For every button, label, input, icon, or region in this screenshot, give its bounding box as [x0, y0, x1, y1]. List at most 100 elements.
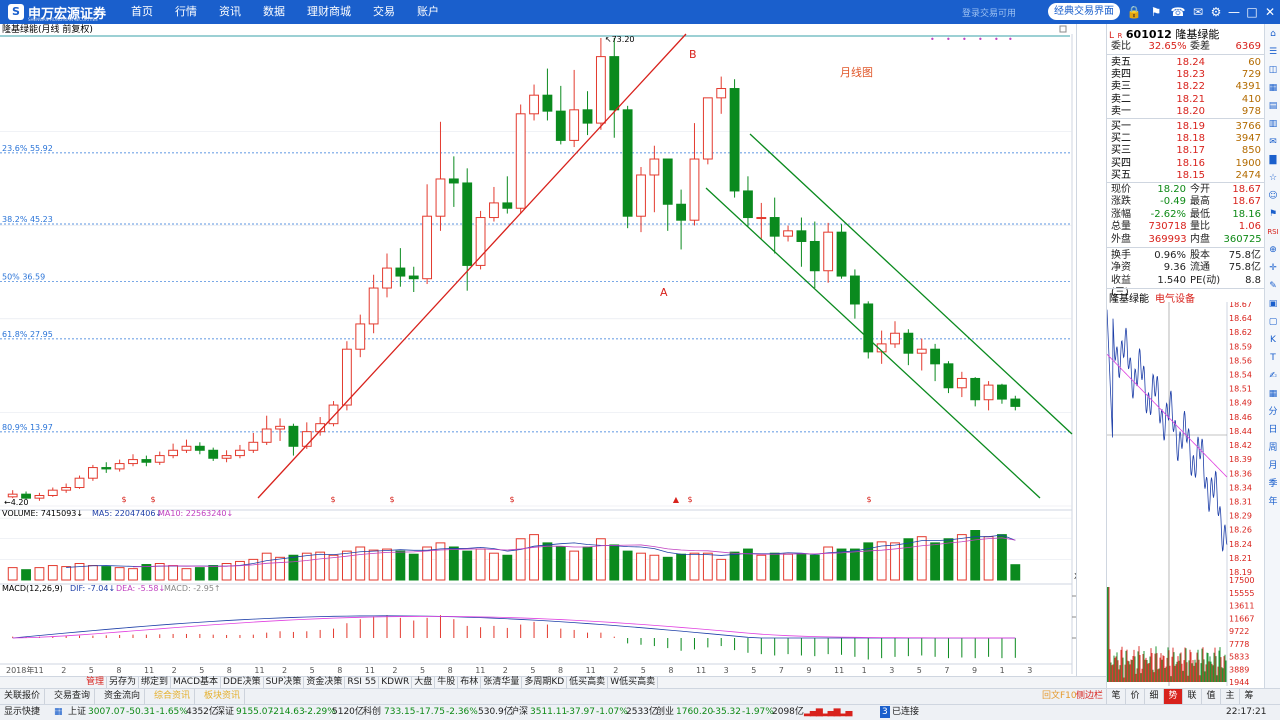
home-icon[interactable]: ⌂ [1265, 26, 1280, 42]
sell-row-3[interactable]: 卖二 18.21 410 [1111, 94, 1261, 106]
view-key-1[interactable]: 价 [1125, 689, 1144, 704]
pen-icon[interactable]: ✎ [1265, 278, 1280, 294]
lock-icon[interactable]: 🔒 [1126, 4, 1142, 20]
nav-item-2[interactable]: 资讯 [208, 0, 252, 24]
close-icon[interactable]: ✕ [1262, 4, 1278, 20]
quick-toggle[interactable]: 显示快捷 [4, 705, 40, 720]
cross-icon[interactable]: ✛ [1265, 260, 1280, 276]
list-icon[interactable]: ☰ [1265, 44, 1280, 60]
view-key-7[interactable]: 筹 [1239, 689, 1258, 704]
indicator-tab-11[interactable]: 布林 [458, 677, 482, 688]
grid-icon[interactable]: ▦ [1265, 80, 1280, 96]
buy-row-0[interactable]: 买一 18.19 3766 [1111, 121, 1261, 133]
indicator-tab-2[interactable]: 绑定到 [139, 677, 172, 688]
indicator-tab-15[interactable]: W低买高卖 [608, 677, 659, 688]
f10-link[interactable]: 回文F10 [1042, 689, 1077, 704]
k2-icon[interactable]: 日 [1265, 422, 1280, 438]
indicator-tab-4[interactable]: DDE决策 [221, 677, 264, 688]
view-key-2[interactable]: 细 [1144, 689, 1163, 704]
gear-icon[interactable]: ⚙ [1208, 4, 1224, 20]
buy-row-4[interactable]: 买五 18.15 2474 [1111, 170, 1261, 182]
candle-body-61 [823, 231, 834, 272]
top-dot-0: • [930, 35, 935, 44]
sell-row-0[interactable]: 卖五 18.24 60 [1111, 57, 1261, 69]
indicator-tab-6[interactable]: 资金决策 [304, 677, 346, 688]
sell-row-4[interactable]: 卖一 18.20 978 [1111, 106, 1261, 118]
maximize-icon[interactable]: □ [1244, 4, 1260, 20]
indicator-tab-8[interactable]: KDWR [379, 677, 413, 688]
logo: S 申万宏源证券 SHENWAN HONGYUAN SECURITIES [8, 3, 106, 22]
indicator-tab-7[interactable]: RSI 55 [345, 677, 380, 688]
mail-icon[interactable]: ✉ [1190, 4, 1206, 20]
view-key-5[interactable]: 值 [1201, 689, 1220, 704]
box2-icon[interactable]: ▢ [1265, 314, 1280, 330]
nav-item-3[interactable]: 数据 [252, 0, 296, 24]
buy-label-0: 买一 [1111, 121, 1131, 132]
indicator-tab-1[interactable]: 另存为 [107, 677, 140, 688]
candle-body-12 [168, 449, 179, 457]
bottom-tab-1[interactable]: 交易查询 [50, 689, 96, 704]
bottom-tab-3[interactable]: 综合资讯 [150, 689, 196, 704]
sell-row-1[interactable]: 卖四 18.23 729 [1111, 69, 1261, 81]
stat-2-3: 18.16 [1232, 208, 1261, 220]
month-icon[interactable]: 周 [1265, 440, 1280, 456]
sidebar-link[interactable]: 侧边栏 [1076, 689, 1103, 704]
chart-icon[interactable]: ◫ [1265, 62, 1280, 78]
trader-login-link[interactable]: 登录交易可用 [962, 6, 1016, 19]
cal-icon[interactable]: ▦ [1265, 386, 1280, 402]
nav-item-5[interactable]: 交易 [362, 0, 406, 24]
view-key-3[interactable]: 势 [1163, 689, 1182, 704]
doc-icon[interactable]: ▥ [1265, 116, 1280, 132]
classic-trade-button[interactable]: 经典交易界面 [1048, 3, 1120, 20]
candle-body-11 [154, 455, 165, 463]
nav-item-0[interactable]: 首页 [120, 0, 164, 24]
view-key-4[interactable]: 联 [1182, 689, 1201, 704]
kline-chart[interactable]: 隆基绿能(月线 前复权) 23.6% 55.92 38.2% 45.23 50% 36… [0, 24, 1076, 676]
bottom-tab-4[interactable]: 板块资讯 [200, 689, 246, 704]
year-icon[interactable]: 年 [1265, 494, 1280, 510]
news-icon[interactable]: ✉ [1265, 134, 1280, 150]
view-key-0[interactable]: 笔 [1106, 689, 1125, 704]
season-icon[interactable]: 季 [1265, 476, 1280, 492]
indicator-tab-3[interactable]: MACD基本 [171, 677, 222, 688]
k-icon[interactable]: K [1265, 332, 1280, 348]
indicator-tab-10[interactable]: 牛股 [435, 677, 459, 688]
stock-code: 601012 [1125, 28, 1172, 41]
nav-item-4[interactable]: 理财商城 [296, 0, 362, 24]
view-key-6[interactable]: 主 [1220, 689, 1239, 704]
buy-row-3[interactable]: 买四 18.16 1900 [1111, 158, 1261, 170]
bottom-tab-0[interactable]: 关联报价 [0, 689, 46, 704]
zoom-icon[interactable]: ⊕ [1265, 242, 1280, 258]
star-icon[interactable]: ☆ [1265, 170, 1280, 186]
user-icon[interactable]: ☺ [1265, 188, 1280, 204]
bars-icon[interactable]: ▇ [1265, 152, 1280, 168]
t-icon[interactable]: T [1265, 350, 1280, 366]
indicator-tab-9[interactable]: 大盘 [412, 677, 436, 688]
box-icon[interactable]: ▣ [1265, 296, 1280, 312]
sell-row-2[interactable]: 卖三 18.22 4391 [1111, 81, 1261, 93]
intraday-chart[interactable]: 18.67 18.64 18.62 18.59 18.56 18.54 18.51 18.49… [1107, 302, 1265, 686]
alert-icon[interactable]: ⚑ [1148, 4, 1164, 20]
bottom-tab-2[interactable]: 资金流向 [100, 689, 146, 704]
buy-row-2[interactable]: 买三 18.17 850 [1111, 145, 1261, 157]
headset-icon[interactable]: ☎ [1170, 4, 1186, 20]
kline-panel[interactable]: 隆基绿能(月线 前复权) 23.6% 55.92 38.2% 45.23 50% 36… [0, 24, 1087, 714]
vol-bar-74 [997, 534, 1007, 581]
indicator-tab-12[interactable]: 张清华量 [481, 677, 523, 688]
indicator-tab-13[interactable]: 多周期KD [522, 677, 568, 688]
nav-item-6[interactable]: 账户 [406, 0, 450, 24]
note-icon[interactable]: ✍ [1265, 368, 1280, 384]
flag-icon[interactable]: ⚑ [1265, 206, 1280, 222]
indicator-tab-5[interactable]: SUP决策 [264, 677, 305, 688]
stat2-2-0: 收益(三) [1111, 274, 1131, 298]
nav-item-1[interactable]: 行情 [164, 0, 208, 24]
table-icon[interactable]: ▤ [1265, 98, 1280, 114]
buy-row-1[interactable]: 买二 18.18 3947 [1111, 133, 1261, 145]
week-icon[interactable]: 月 [1265, 458, 1280, 474]
rsi-icon[interactable]: RSI [1265, 224, 1280, 240]
indicator-tab-0[interactable]: 管理 [84, 677, 108, 688]
minimize-icon[interactable]: — [1226, 4, 1242, 20]
up-icon[interactable]: 分 [1265, 404, 1280, 420]
indicator-tab-14[interactable]: 低买高卖 [567, 677, 609, 688]
macd-header-0: MACD(12,26,9) [2, 584, 63, 593]
